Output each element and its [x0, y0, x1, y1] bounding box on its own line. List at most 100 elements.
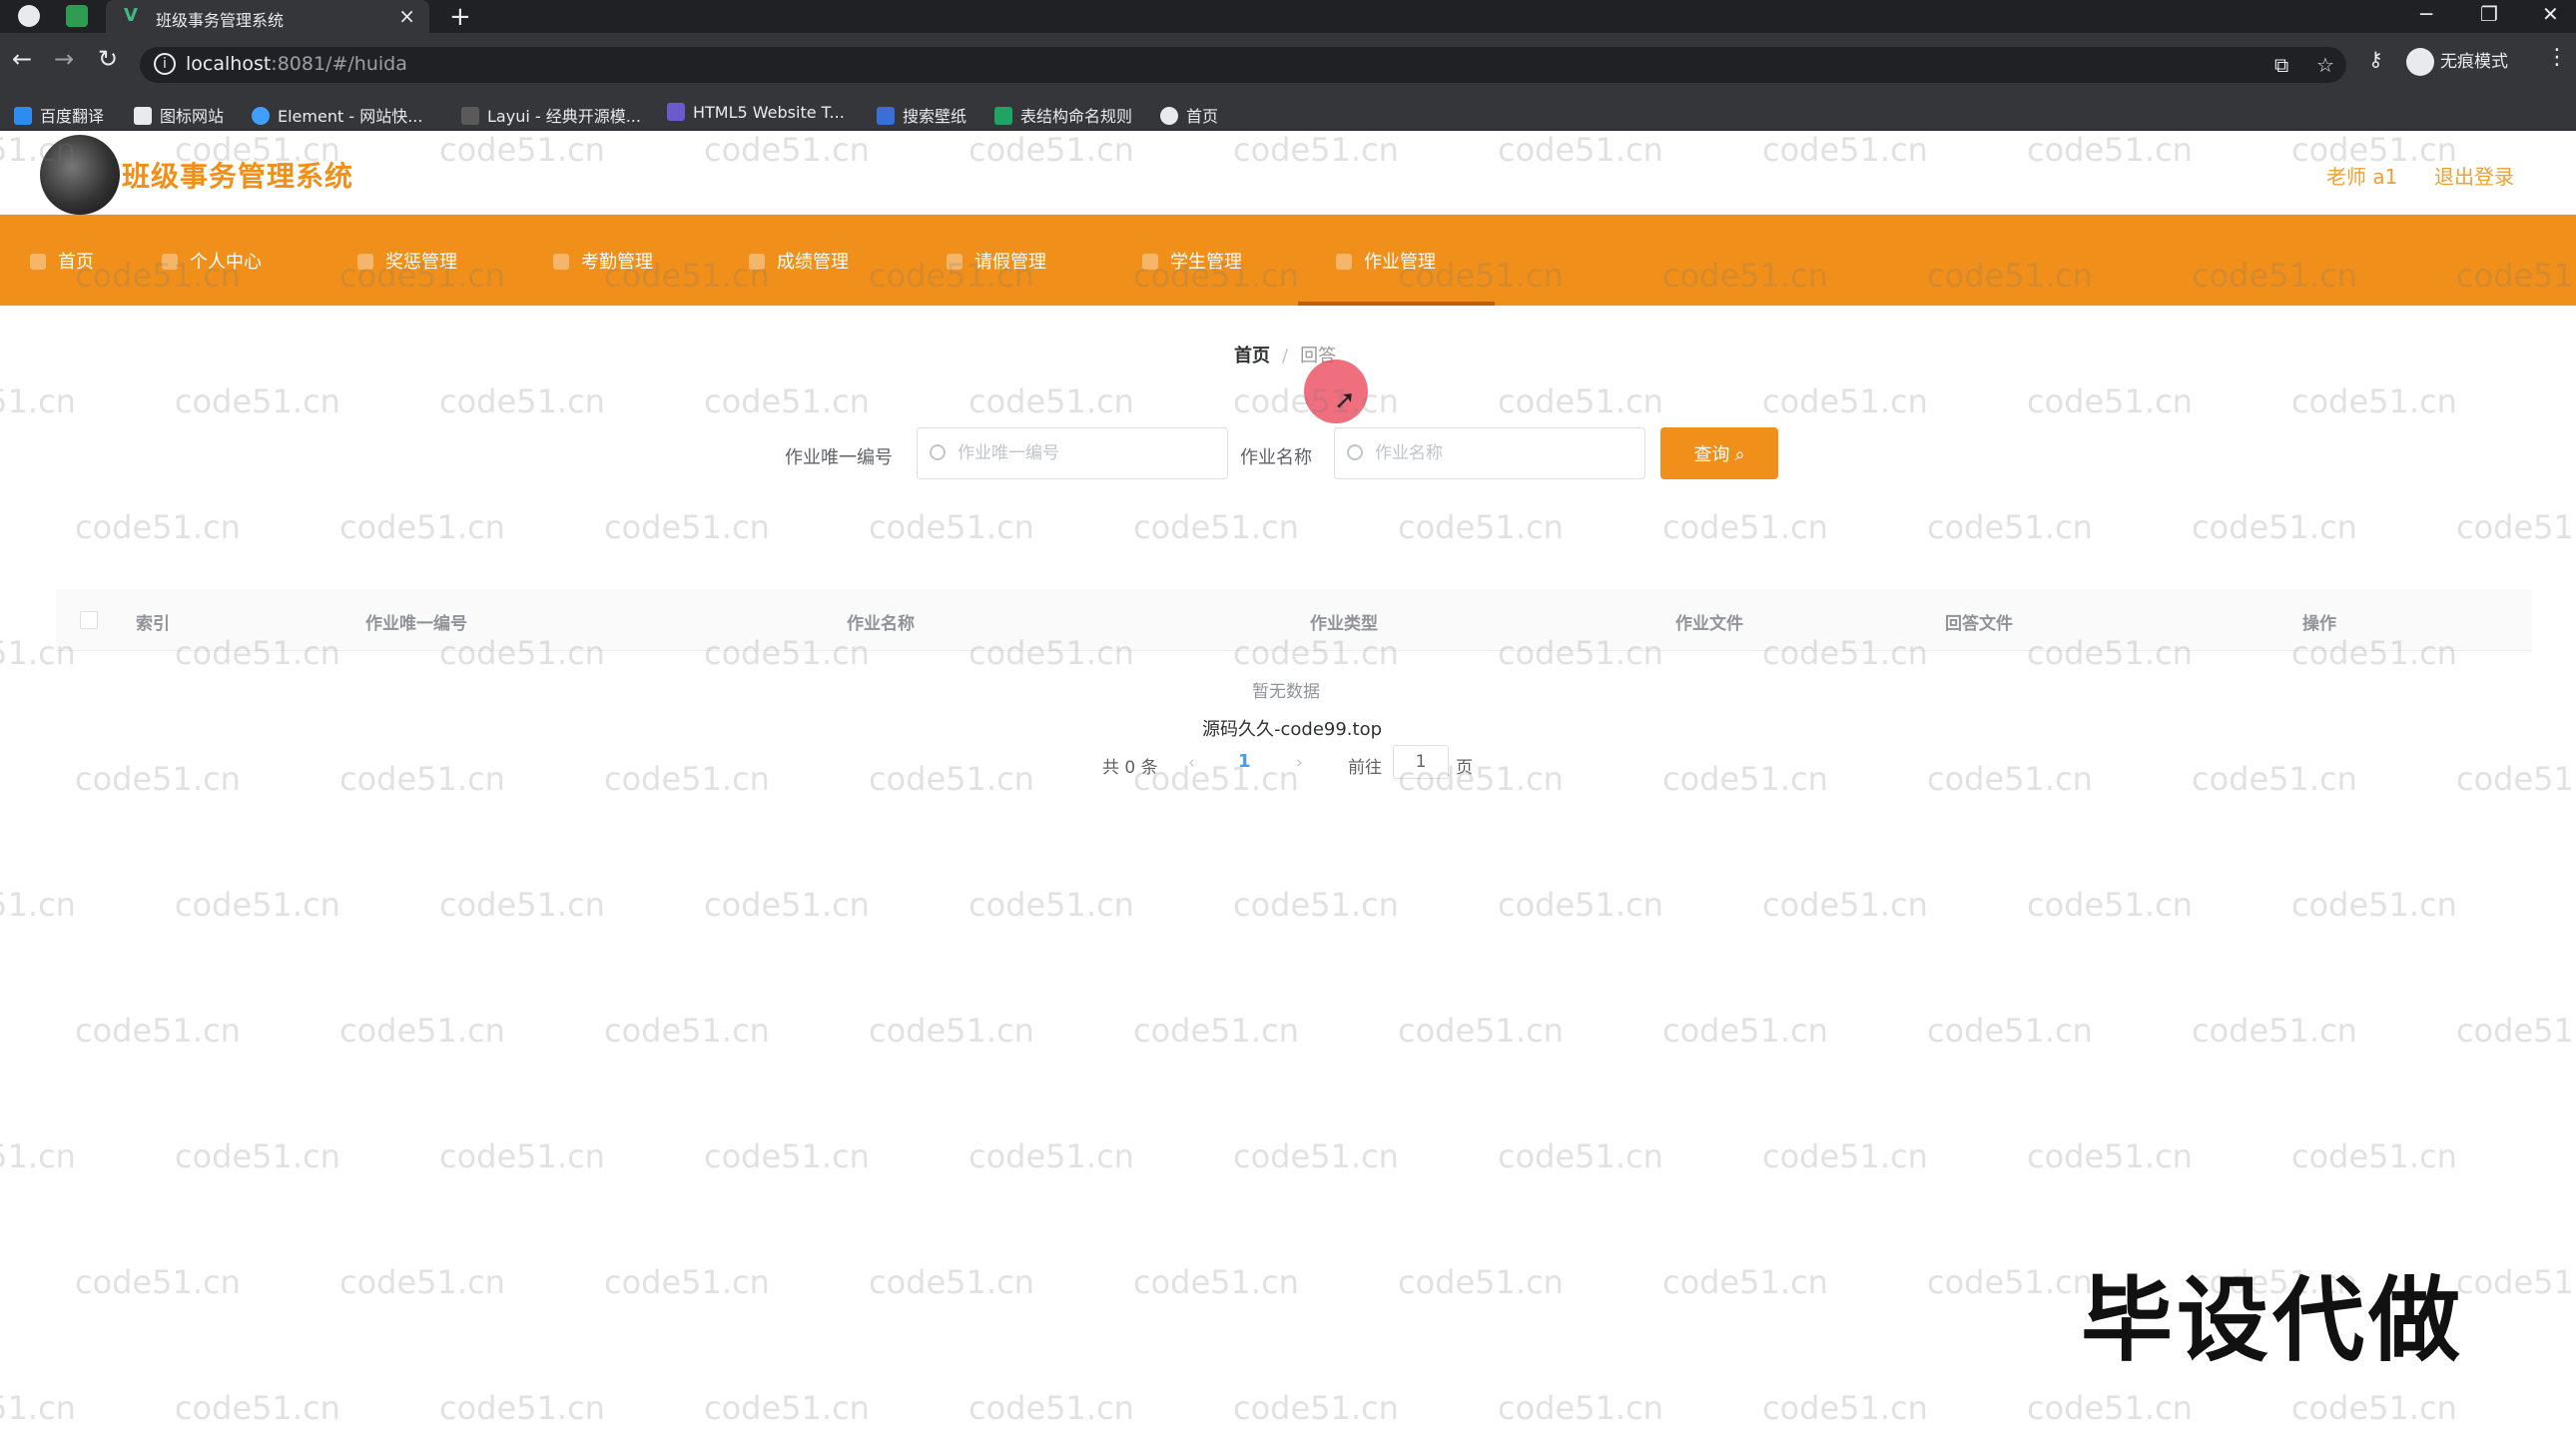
watermark-text: code51.cn: [704, 886, 870, 924]
element-icon: [252, 107, 270, 125]
restore-icon[interactable]: ❐: [2480, 2, 2498, 26]
homework-id-input[interactable]: [956, 438, 1195, 468]
watermark-text: code51.cn: [1762, 1137, 1928, 1175]
bookmark-element[interactable]: Element - 网站快...: [252, 103, 422, 127]
homework-name-label: 作业名称: [1240, 447, 1312, 468]
address-bar[interactable]: i localhost:8081/#/huida ⧉ ☆: [140, 47, 2346, 83]
reload-icon[interactable]: ↻: [98, 45, 118, 73]
pagination-total: 共 0 条: [1102, 758, 1158, 778]
bookmark-layui[interactable]: Layui - 经典开源模...: [461, 103, 641, 127]
password-key-icon[interactable]: ⚷: [2368, 47, 2383, 71]
watermark-text: code51.cn: [175, 1389, 340, 1427]
bookmark-wallpaper[interactable]: 搜索壁纸: [877, 103, 966, 127]
pagination-goto-label: 前往: [1348, 758, 1382, 778]
homework-id-label: 作业唯一编号: [785, 447, 893, 468]
select-all-checkbox[interactable]: [80, 611, 98, 629]
nav-item-homework[interactable]: 作业管理: [1336, 248, 1436, 274]
bookmark-label: HTML5 Website T...: [693, 103, 845, 122]
watermark-text: code51.cn: [1498, 1389, 1663, 1427]
back-icon[interactable]: ←: [12, 45, 32, 73]
watermark-text: code51.cn: [1498, 1137, 1663, 1175]
more-menu-icon[interactable]: ⋮: [2546, 45, 2568, 70]
bookmark-home[interactable]: 首页: [1160, 103, 1218, 127]
nav-label: 首页: [58, 252, 94, 273]
search-icon: [930, 444, 946, 460]
url-text[interactable]: localhost:8081/#/huida: [186, 53, 407, 75]
watermark-text: code51.cn: [1927, 1263, 2093, 1301]
search-icon: [1347, 444, 1363, 460]
pagination-goto-input[interactable]: 1: [1393, 745, 1449, 779]
watermark-text: code51.cn: [869, 760, 1034, 798]
profile-label: 无痕模式: [2440, 52, 2508, 72]
watermark-text: code51.cn: [2027, 1389, 2193, 1427]
watermark-text: code51.cn: [0, 382, 76, 420]
bookmark-icon-site[interactable]: 图标网站: [134, 103, 224, 127]
homework-id-field[interactable]: [917, 427, 1228, 479]
nav-item-students[interactable]: 学生管理: [1142, 248, 1242, 274]
watermark-text: code51.cn: [2291, 886, 2457, 924]
incognito-icon: [2406, 48, 2434, 76]
nav-item-home[interactable]: 首页: [30, 248, 94, 274]
site-info-icon[interactable]: i: [154, 53, 176, 75]
table-empty-text: 暂无数据: [1252, 682, 1320, 702]
watermark-text: code51.cn: [968, 1137, 1134, 1175]
bookmark-label: 搜索壁纸: [903, 107, 967, 126]
homework-name-field[interactable]: [1334, 427, 1645, 479]
home-icon: [30, 254, 46, 270]
browser-tab-active[interactable]: V 班级事务管理系统 ×: [106, 0, 429, 33]
pagination-current-page[interactable]: 1: [1238, 751, 1251, 772]
chrome-menu-icon[interactable]: [18, 5, 40, 27]
bookmark-html5-website[interactable]: HTML5 Website T...: [667, 103, 845, 122]
forward-icon[interactable]: →: [54, 45, 74, 73]
breadcrumb-home[interactable]: 首页: [1234, 346, 1270, 366]
homework-name-input[interactable]: [1373, 438, 1612, 468]
app-logo: [40, 135, 120, 215]
watermark-text: code51.cn: [1133, 1263, 1299, 1301]
watermark-text: code51.cn: [1498, 886, 1663, 924]
pagination-next[interactable]: ›: [1296, 753, 1303, 773]
watermark-text: code51.cn: [75, 508, 241, 546]
mouse-cursor-icon: ➚: [1334, 385, 1356, 415]
app-header: 班级事务管理系统 老师 a1 退出登录: [0, 131, 2576, 215]
window-close-icon[interactable]: ✕: [2542, 2, 2559, 26]
watermark-text: code51.cn: [1927, 1012, 2093, 1050]
nav-item-rewards[interactable]: 奖惩管理: [357, 248, 457, 274]
nav-item-leave[interactable]: 请假管理: [947, 248, 1046, 274]
tab-search-icon[interactable]: [66, 5, 88, 27]
watermark-text: code51.cn: [704, 382, 870, 420]
incognito-profile[interactable]: 无痕模式: [2406, 47, 2508, 76]
tab-close-icon[interactable]: ×: [398, 4, 415, 28]
watermark-text: code51.cn: [2291, 1137, 2457, 1175]
query-button[interactable]: 查询 ⌕: [1660, 427, 1778, 479]
watermark-text: code51.cn: [0, 1389, 76, 1427]
watermark-text: code51.cn: [439, 886, 605, 924]
logout-link[interactable]: 退出登录: [2434, 161, 2514, 190]
watermark-text: code51.cn: [869, 1263, 1034, 1301]
bookmark-label: 图标网站: [160, 107, 225, 126]
watermark-text: code51.cn: [869, 508, 1034, 546]
award-icon: [357, 254, 373, 270]
watermark-text: code51.cn: [1398, 508, 1564, 546]
translate-icon[interactable]: ⧉: [2274, 53, 2288, 77]
watermark-text: code51.cn: [2456, 1012, 2576, 1050]
query-button-label: 查询: [1693, 444, 1730, 464]
bookmark-baidu-translate[interactable]: 百度翻译: [14, 103, 104, 127]
watermark-text: code51.cn: [704, 1389, 870, 1427]
bookmark-star-icon[interactable]: ☆: [2316, 53, 2334, 77]
nav-item-attendance[interactable]: 考勤管理: [553, 248, 653, 274]
watermark-text: code51.cn: [869, 1012, 1034, 1050]
column-index: 索引: [136, 614, 170, 634]
bookmark-table-naming[interactable]: 表结构命名规则: [994, 103, 1132, 127]
nav-item-grades[interactable]: 成绩管理: [749, 248, 849, 274]
new-tab-icon[interactable]: +: [449, 2, 471, 32]
watermark-text: code51.cn: [2027, 1137, 2193, 1175]
minimize-icon[interactable]: ─: [2420, 2, 2432, 26]
nav-item-profile[interactable]: 个人中心: [162, 248, 262, 274]
search-icon: ⌕: [1734, 444, 1745, 464]
table-header: 索引 作业唯一编号 作业名称 作业类型 作业文件 回答文件 操作: [56, 589, 2532, 651]
watermark-text: code51.cn: [1762, 1389, 1928, 1427]
column-homework-id: 作业唯一编号: [365, 614, 467, 634]
pagination-prev[interactable]: ‹: [1188, 753, 1195, 773]
watermark-text: code51.cn: [968, 382, 1134, 420]
bookmarks-bar: 百度翻译 图标网站 Element - 网站快... Layui - 经典开源模…: [0, 95, 2576, 131]
